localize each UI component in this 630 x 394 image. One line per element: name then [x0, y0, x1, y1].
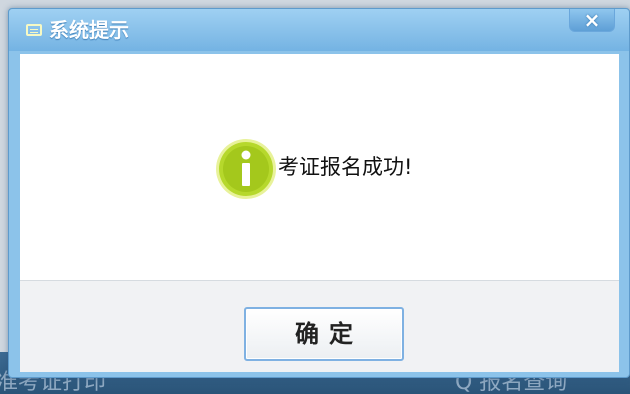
dialog-footer: 确定	[20, 280, 619, 372]
dialog-titlebar[interactable]: 系统提示 ×	[9, 9, 629, 51]
dialog-content: 考证报名成功!	[20, 54, 619, 280]
system-prompt-dialog: 系统提示 × 考证报名成功! 确定	[8, 8, 630, 378]
info-icon	[216, 139, 276, 199]
success-message: 考证报名成功!	[278, 155, 413, 179]
confirm-button[interactable]: 确定	[244, 307, 404, 361]
close-button[interactable]: ×	[569, 9, 615, 32]
message-icon	[26, 24, 42, 36]
dialog-title: 系统提示	[49, 18, 129, 42]
